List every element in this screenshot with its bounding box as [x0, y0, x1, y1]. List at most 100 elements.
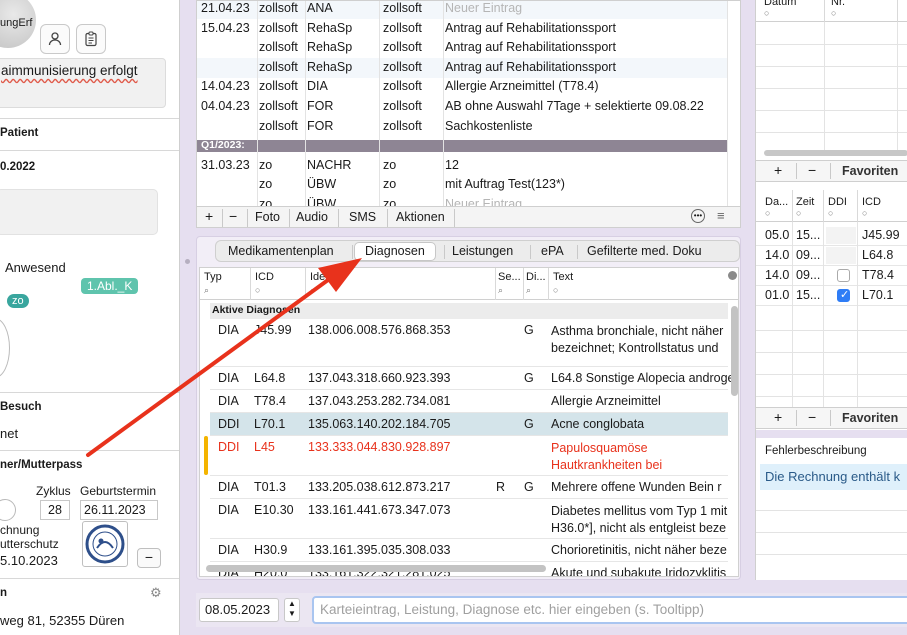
filter-da-icon[interactable]: ○ — [765, 208, 770, 218]
journal-cell-date: 21.04.23 — [201, 1, 250, 15]
journal-row[interactable]: zollsoft FOR zollsoft Sachkostenliste — [197, 117, 727, 137]
alert-note-box[interactable]: aimmunisierung erfolgt — [0, 58, 166, 108]
journal-row[interactable]: zollsoft RehaSp zollsoft Antrag auf Rehabil… — [197, 57, 727, 78]
fehlerbeschreibung-label: Fehlerbeschreibung — [765, 445, 867, 457]
horizontal-scrollbar[interactable] — [206, 565, 546, 572]
col-ddi[interactable]: DDI — [828, 196, 847, 208]
zyklus-field[interactable]: 28 — [40, 500, 70, 520]
right-diag-row[interactable]: 01.0 15... L70.1 — [756, 286, 907, 306]
col-nr[interactable]: Nr. — [831, 0, 845, 8]
table-options-icon[interactable] — [728, 271, 737, 280]
filter-datum-icon[interactable]: ○ — [764, 8, 769, 18]
tab-diagnosen[interactable]: Diagnosen — [354, 242, 436, 261]
foto-button[interactable]: Foto — [255, 210, 280, 224]
geburtstermin-label: Geburtstermin — [80, 484, 157, 498]
col-datum[interactable]: Datum — [764, 0, 796, 8]
add-entry-button[interactable]: + — [205, 208, 213, 224]
cycle-indicator[interactable] — [0, 499, 16, 521]
favorites-button-1[interactable]: Favoriten — [842, 164, 898, 178]
filter-typ-icon[interactable]: ⌕ — [204, 285, 209, 296]
journal-row[interactable]: 15.04.23 zollsoft RehaSp zollsoft Antrag auf… — [197, 19, 727, 39]
more-options-icon[interactable]: ••• — [691, 209, 705, 223]
journal-row[interactable]: 04.04.23 zollsoft FOR zollsoft AB ohne Auswa… — [197, 97, 727, 117]
right-cell-icd: J45.99 — [862, 228, 900, 242]
right-diag-row[interactable]: 05.0 15... J45.99 — [756, 226, 907, 246]
filter-zeit-icon[interactable]: ○ — [796, 208, 801, 218]
col-ident[interactable]: Ident — [310, 271, 334, 283]
col-da[interactable]: Da... — [765, 196, 788, 208]
journal-cell-by: zo — [383, 157, 397, 172]
ddi-checkbox[interactable] — [837, 269, 850, 282]
journal-cell-user: zollsoft — [259, 99, 298, 113]
col-icd-right[interactable]: ICD — [862, 196, 881, 208]
error-description-row[interactable]: Die Rechnung enthält k — [760, 464, 907, 490]
journal-cell-text: Antrag auf Rehabilitationssport — [445, 59, 616, 74]
favorites-remove-button[interactable]: − — [808, 162, 816, 178]
col-text[interactable]: Text — [553, 271, 573, 283]
diagnosis-row[interactable]: DIA T01.3 133.205.038.612.873.217 R G Mehrere… — [210, 476, 728, 499]
group-header-row[interactable]: Q1/2023: — [197, 139, 727, 153]
sms-button[interactable]: SMS — [349, 210, 376, 224]
clipboard-button[interactable] — [76, 24, 106, 54]
list-view-icon[interactable]: ≡ — [717, 208, 725, 223]
clipboard-icon — [85, 31, 97, 47]
ablage-badge[interactable]: 1.Abl._K — [81, 278, 139, 294]
diagnosis-row[interactable]: DIA L64.8 137.043.318.660.923.393 G L64.8 So… — [210, 367, 731, 390]
entry-date-field[interactable]: 08.05.2023 — [199, 598, 279, 622]
diagnosis-row[interactable]: DIA E10.30 133.161.441.673.347.073 Diabetes… — [210, 499, 728, 539]
col-typ[interactable]: Typ — [204, 271, 222, 283]
ddi-checkbox[interactable] — [837, 288, 850, 302]
aktionen-button[interactable]: Aktionen — [396, 210, 445, 224]
journal-cell-date: 14.04.23 — [201, 79, 250, 94]
journal-row[interactable]: zollsoft RehaSp zollsoft Antrag auf Rehabil… — [197, 38, 727, 58]
filter-text-icon[interactable]: ○ — [553, 285, 558, 295]
col-se[interactable]: Se... — [498, 271, 521, 283]
diagnosis-row[interactable]: DIA T78.4 137.043.253.282.734.081 Allergie … — [210, 390, 728, 413]
settings-gear-icon[interactable]: ⚙ — [150, 585, 162, 601]
favorites-add-button-2[interactable]: + — [774, 409, 782, 425]
tab-epa[interactable]: ePA — [541, 244, 564, 258]
date-stepper[interactable]: ▲ ▼ — [284, 598, 300, 622]
tab-medikamentenplan[interactable]: Medikamentenplan — [228, 244, 334, 258]
right-cell-icd: T78.4 — [862, 268, 894, 282]
entry-bar: 08.05.2023 ▲ ▼ Karteieintrag, Leistung, D… — [196, 593, 907, 627]
journal-cell-by: zollsoft — [383, 59, 422, 74]
favorites-remove-button-2[interactable]: − — [808, 409, 816, 425]
diagnosis-row[interactable]: DDI L45 133.333.044.830.928.897 Papulosquam… — [204, 436, 728, 476]
audio-button[interactable]: Audio — [296, 210, 328, 224]
remove-entry-button[interactable]: − — [229, 208, 237, 224]
filter-nr-icon[interactable]: ○ — [831, 8, 836, 18]
journal-row[interactable]: 31.03.23 zo NACHR zo 12 — [197, 156, 727, 176]
right-cell-icd: L70.1 — [862, 288, 894, 302]
col-icd[interactable]: ICD — [255, 271, 274, 283]
vertical-scrollbar[interactable] — [731, 306, 738, 396]
journal-cell-by: zollsoft — [383, 1, 422, 15]
geburtstermin-field[interactable]: 26.11.2023 — [80, 500, 158, 520]
filter-icd-icon[interactable]: ○ — [255, 285, 260, 295]
journal-row[interactable]: zo ÜBW zo mit Auftrag Test(123*) — [197, 175, 727, 195]
remove-button[interactable]: − — [137, 548, 161, 568]
journal-row[interactable]: 14.04.23 zollsoft DIA zollsoft Allergie Arzn… — [197, 77, 727, 97]
filter-ddi-icon[interactable]: ○ — [828, 208, 833, 218]
favorites-add-button[interactable]: + — [774, 162, 782, 178]
journal-row[interactable]: 21.04.23 zollsoft ANA zollsoft Neuer Eintrag — [197, 1, 727, 19]
filter-se-icon[interactable]: ⌕ — [498, 285, 503, 296]
favorites-button-2[interactable]: Favoriten — [842, 411, 898, 425]
right-top-scrollbar[interactable] — [764, 150, 907, 156]
right-diag-row[interactable]: 14.0 09... L64.8 — [756, 246, 907, 266]
filter-icd-right-icon[interactable]: ○ — [862, 208, 867, 218]
diagnosis-row[interactable]: DIA H30.9 133.161.395.035.308.033 Chorioret… — [210, 539, 728, 562]
filter-di-icon[interactable]: ⌕ — [526, 285, 531, 296]
right-cell-z: 09... — [796, 248, 821, 262]
entry-input[interactable]: Karteieintrag, Leistung, Diagnose etc. h… — [312, 596, 907, 624]
person-button[interactable] — [40, 24, 70, 54]
diagnosis-row[interactable]: DIA J45.99 138.006.008.576.868.353 G Asthma … — [210, 319, 728, 367]
col-di[interactable]: Di... — [526, 271, 546, 283]
person-icon — [48, 32, 62, 46]
tab-leistungen[interactable]: Leistungen — [452, 244, 513, 258]
tab-gefilterte-med-doku[interactable]: Gefilterte med. Doku — [587, 244, 702, 258]
diagnosis-row[interactable]: DDI L70.1 135.063.140.202.184.705 G Acne con… — [210, 413, 728, 436]
filter-ident-icon[interactable]: ⌕ — [310, 285, 315, 296]
col-zeit[interactable]: Zeit — [796, 196, 814, 208]
right-diag-row[interactable]: 14.0 09... T78.4 — [756, 266, 907, 286]
